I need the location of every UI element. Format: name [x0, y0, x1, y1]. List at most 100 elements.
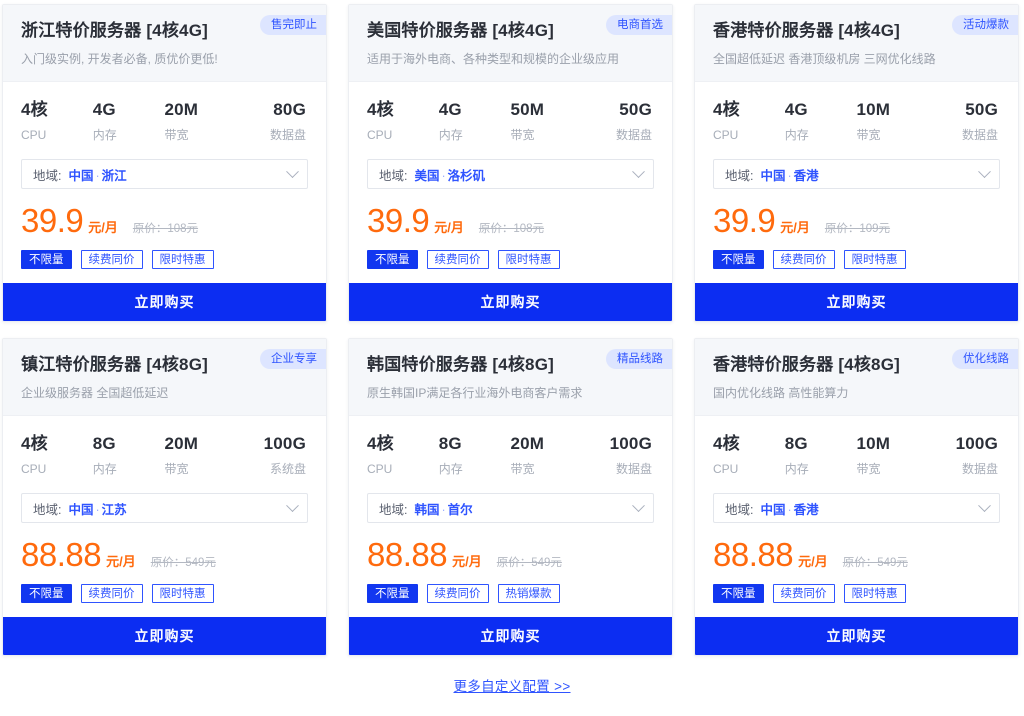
chevron-down-icon [978, 498, 991, 512]
spec-value: 100G [263, 434, 306, 453]
spec-row: 4核 CPU 8G 内存 20M 带宽 100G 数据盘 [367, 432, 654, 478]
region-select[interactable]: 地域: 中国 · 江苏 [21, 493, 308, 523]
spec-cell: 4G 内存 [785, 98, 857, 144]
spec-value: 8G [438, 434, 462, 453]
promo-tag[interactable]: 续费同价 [772, 250, 835, 269]
promo-tag[interactable]: 限时特惠 [843, 584, 906, 603]
price-amount: 88.88 [367, 536, 448, 573]
promo-tag[interactable]: 限时特惠 [497, 250, 560, 269]
price-unit: 元/月 [434, 220, 464, 235]
price-unit: 元/月 [452, 554, 482, 569]
promo-tag[interactable]: 不限量 [21, 584, 72, 603]
spec-cell: 50M 带宽 [511, 98, 583, 144]
price-unit: 元/月 [88, 220, 118, 235]
spec-cell: 20M 带宽 [511, 432, 583, 478]
server-plan-card: 韩国特价服务器 [4核8G] 原生韩国IP满足各行业海外电商客户需求 精品线路 … [348, 338, 673, 656]
spec-cell: 4核 CPU [713, 98, 785, 144]
spec-label: 带宽 [164, 128, 189, 142]
server-plan-card: 香港特价服务器 [4核4G] 全国超低延迟 香港顶级机房 三网优化线路 活动爆款… [694, 4, 1019, 322]
promo-tag[interactable]: 热销爆款 [497, 584, 560, 603]
price-row: 39.9 元/月 原价：108元 [367, 202, 654, 240]
promo-tag[interactable]: 续费同价 [426, 584, 489, 603]
original-price: 原价：109元 [824, 223, 891, 235]
spec-value: 8G [784, 434, 808, 453]
spec-cell: 10M 带宽 [857, 432, 929, 478]
status-badge: 精品线路 [606, 349, 672, 369]
card-subtitle: 全国超低延迟 香港顶级机房 三网优化线路 [713, 52, 936, 66]
spec-label: 系统盘 [269, 462, 306, 476]
region-select[interactable]: 地域: 中国 · 香港 [713, 493, 1000, 523]
spec-cell: 100G 系统盘 [236, 432, 308, 478]
buy-now-button[interactable]: 立即购买 [349, 283, 672, 321]
spec-label: 内存 [92, 462, 117, 476]
chevron-down-icon [632, 164, 645, 178]
promo-tag[interactable]: 不限量 [713, 584, 764, 603]
promo-tag-row: 不限量 续费同价 热销爆款 [367, 584, 654, 603]
buy-now-button[interactable]: 立即购买 [3, 617, 326, 655]
spec-label: 数据盘 [961, 128, 998, 142]
card-header: 香港特价服务器 [4核4G] 全国超低延迟 香港顶级机房 三网优化线路 活动爆款 [695, 5, 1018, 82]
region-select[interactable]: 地域: 美国 · 洛杉矶 [367, 159, 654, 189]
spec-row: 4核 CPU 4G 内存 50M 带宽 50G 数据盘 [367, 98, 654, 144]
buy-now-button[interactable]: 立即购买 [695, 283, 1018, 321]
region-separator: · [441, 168, 446, 183]
spec-value: 8G [92, 434, 116, 453]
spec-cell: 4核 CPU [21, 432, 93, 478]
price-unit: 元/月 [780, 220, 810, 235]
status-badge: 售完即止 [260, 15, 326, 35]
buy-now-button[interactable]: 立即购买 [349, 617, 672, 655]
promo-tag[interactable]: 续费同价 [426, 250, 489, 269]
spec-value: 4核 [367, 100, 394, 119]
spec-cell: 4核 CPU [367, 432, 439, 478]
spec-label: 带宽 [856, 462, 881, 476]
region-value: 中国 · 浙江 [68, 165, 288, 184]
region-select[interactable]: 地域: 韩国 · 首尔 [367, 493, 654, 523]
spec-cell: 100G 数据盘 [582, 432, 654, 478]
promo-tag[interactable]: 不限量 [367, 584, 418, 603]
promo-tag[interactable]: 限时特惠 [151, 584, 214, 603]
promo-tag[interactable]: 限时特惠 [843, 250, 906, 269]
promo-tag-row: 不限量 续费同价 限时特惠 [367, 250, 654, 269]
promo-tag[interactable]: 续费同价 [80, 250, 143, 269]
promo-tag[interactable]: 不限量 [21, 250, 72, 269]
card-body: 4核 CPU 4G 内存 10M 带宽 50G 数据盘 地域: 中国 · 香港 39… [695, 82, 1018, 283]
promo-tag[interactable]: 续费同价 [772, 584, 835, 603]
spec-value: 10M [856, 100, 891, 119]
spec-label: 数据盘 [961, 462, 998, 476]
region-value: 中国 · 香港 [760, 165, 980, 184]
card-subtitle: 国内优化线路 高性能算力 [713, 386, 849, 400]
spec-label: CPU [713, 128, 739, 142]
chevron-down-icon [286, 498, 299, 512]
spec-label: CPU [713, 462, 739, 476]
spec-cell: 50G 数据盘 [928, 98, 1000, 144]
card-body: 4核 CPU 4G 内存 50M 带宽 50G 数据盘 地域: 美国 · 洛杉矶 3… [349, 82, 672, 283]
buy-now-button[interactable]: 立即购买 [3, 283, 326, 321]
spec-value: 4核 [713, 100, 740, 119]
region-select[interactable]: 地域: 中国 · 浙江 [21, 159, 308, 189]
spec-label: 内存 [784, 128, 809, 142]
region-value: 韩国 · 首尔 [414, 499, 634, 518]
status-badge: 企业专享 [260, 349, 326, 369]
card-body: 4核 CPU 4G 内存 20M 带宽 80G 数据盘 地域: 中国 · 浙江 39… [3, 82, 326, 283]
region-select[interactable]: 地域: 中国 · 香港 [713, 159, 1000, 189]
spec-value: 80G [273, 100, 306, 119]
spec-value: 10M [856, 434, 891, 453]
spec-value: 20M [510, 434, 545, 453]
original-price: 原价：549元 [842, 557, 908, 569]
price-row: 39.9 元/月 原价：109元 [713, 202, 1000, 240]
price-row: 88.88 元/月 原价：549元 [367, 536, 654, 574]
promo-tag[interactable]: 限时特惠 [151, 250, 214, 269]
more-custom-config-link[interactable]: 更多自定义配置 >> [453, 679, 570, 694]
price-amount: 88.88 [713, 536, 794, 573]
spec-row: 4核 CPU 4G 内存 20M 带宽 80G 数据盘 [21, 98, 308, 144]
promo-tag[interactable]: 不限量 [367, 250, 418, 269]
spec-row: 4核 CPU 4G 内存 10M 带宽 50G 数据盘 [713, 98, 1000, 144]
card-header: 韩国特价服务器 [4核8G] 原生韩国IP满足各行业海外电商客户需求 精品线路 [349, 339, 672, 416]
card-header: 镇江特价服务器 [4核8G] 企业级服务器 全国超低延迟 企业专享 [3, 339, 326, 416]
price-amount: 39.9 [21, 202, 84, 239]
promo-tag[interactable]: 续费同价 [80, 584, 143, 603]
buy-now-button[interactable]: 立即购买 [695, 617, 1018, 655]
spec-label: 内存 [438, 462, 463, 476]
promo-tag[interactable]: 不限量 [713, 250, 764, 269]
card-subtitle: 企业级服务器 全国超低延迟 [21, 386, 169, 400]
